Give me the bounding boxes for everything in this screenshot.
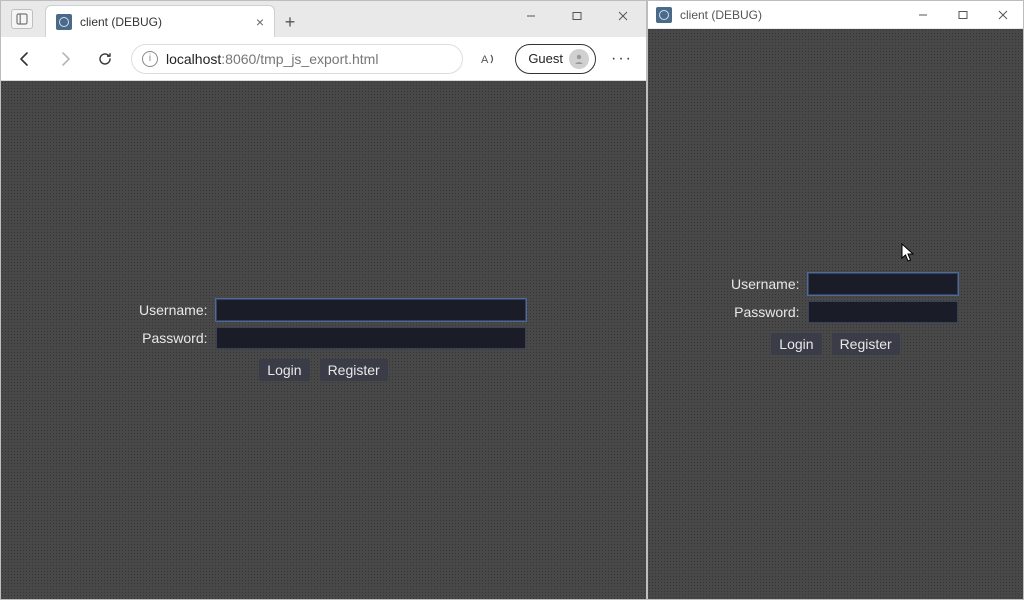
read-aloud-button[interactable]: A — [475, 45, 503, 73]
avatar-icon — [569, 49, 589, 69]
login-form: Username: Password: Login Register — [714, 273, 958, 355]
godot-icon — [56, 14, 72, 30]
app-viewport: Username: Password: Login Register — [648, 29, 1023, 599]
site-info-icon[interactable]: i — [142, 51, 158, 67]
svg-text:A: A — [481, 54, 489, 66]
close-window-button[interactable] — [983, 1, 1023, 29]
browser-window: client (DEBUG) × + i localhost:8060/tmp_… — [0, 0, 647, 600]
password-label: Password: — [122, 330, 208, 346]
app-window: client (DEBUG) Username: Password: Login… — [647, 0, 1024, 600]
password-input[interactable] — [216, 327, 526, 349]
app-title: client (DEBUG) — [680, 8, 762, 22]
register-button[interactable]: Register — [832, 333, 900, 355]
button-row: Login Register — [714, 333, 958, 355]
username-label: Username: — [122, 302, 208, 318]
address-bar: i localhost:8060/tmp_js_export.html A Gu… — [1, 37, 646, 81]
minimize-button[interactable] — [508, 1, 554, 31]
login-form: Username: Password: Login Register — [122, 299, 526, 381]
url-box[interactable]: i localhost:8060/tmp_js_export.html — [131, 44, 463, 74]
username-row: Username: — [122, 299, 526, 321]
maximize-button[interactable] — [554, 1, 600, 31]
minimize-button[interactable] — [903, 1, 943, 29]
profile-label: Guest — [528, 51, 563, 66]
refresh-button[interactable] — [91, 45, 119, 73]
window-controls — [508, 1, 646, 31]
username-input[interactable] — [216, 299, 526, 321]
username-label: Username: — [714, 276, 800, 292]
godot-icon — [656, 7, 672, 23]
username-input[interactable] — [808, 273, 958, 295]
window-controls — [903, 1, 1023, 29]
username-row: Username: — [714, 273, 958, 295]
password-label: Password: — [714, 304, 800, 320]
more-menu-button[interactable]: ··· — [608, 50, 636, 68]
register-button[interactable]: Register — [320, 359, 388, 381]
page-viewport: Username: Password: Login Register — [1, 81, 646, 599]
login-button[interactable]: Login — [771, 333, 821, 355]
tab-title: client (DEBUG) — [80, 15, 162, 29]
button-row: Login Register — [122, 359, 526, 381]
password-input[interactable] — [808, 301, 958, 323]
browser-tab[interactable]: client (DEBUG) × — [45, 5, 275, 37]
maximize-button[interactable] — [943, 1, 983, 29]
login-button[interactable]: Login — [259, 359, 309, 381]
close-tab-button[interactable]: × — [256, 14, 264, 30]
title-bar[interactable]: client (DEBUG) — [648, 1, 1023, 29]
tab-bar: client (DEBUG) × + — [1, 1, 646, 37]
profile-button[interactable]: Guest — [515, 44, 596, 74]
url-text: localhost:8060/tmp_js_export.html — [166, 51, 378, 67]
tab-actions-button[interactable] — [11, 9, 33, 29]
close-window-button[interactable] — [600, 1, 646, 31]
back-button[interactable] — [11, 45, 39, 73]
new-tab-button[interactable]: + — [275, 7, 305, 37]
forward-button[interactable] — [51, 45, 79, 73]
password-row: Password: — [122, 327, 526, 349]
password-row: Password: — [714, 301, 958, 323]
